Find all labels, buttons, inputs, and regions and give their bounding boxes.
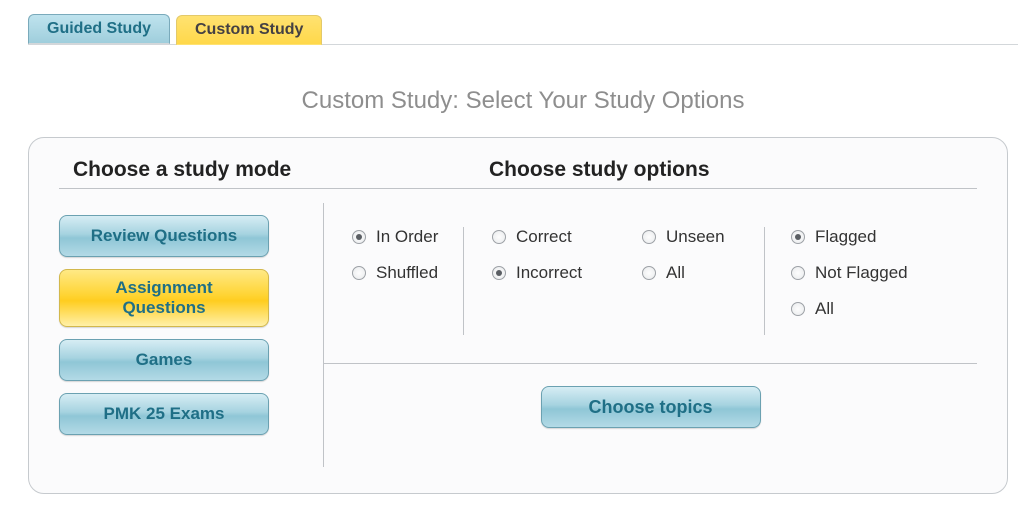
radio-dot-icon — [492, 266, 506, 280]
options-row: In Order Shuffled Correct Incorrect — [324, 203, 977, 363]
radio-flag-all-label: All — [815, 299, 834, 319]
panel-headers: Choose a study mode Choose study options — [59, 158, 977, 189]
radio-unseen-label: Unseen — [666, 227, 725, 247]
radio-not-flagged-label: Not Flagged — [815, 263, 908, 283]
mode-assignment-questions-button[interactable]: Assignment Questions — [59, 269, 269, 327]
seen-group: Unseen All — [614, 227, 764, 335]
radio-dot-icon — [791, 302, 805, 316]
cta-row: Choose topics — [324, 363, 977, 428]
radio-dot-icon — [791, 266, 805, 280]
radio-dot-icon — [791, 230, 805, 244]
radio-dot-icon — [642, 230, 656, 244]
radio-dot-icon — [492, 230, 506, 244]
study-options-column: In Order Shuffled Correct Incorrect — [324, 203, 977, 467]
radio-unseen[interactable]: Unseen — [642, 227, 746, 247]
tab-custom-study[interactable]: Custom Study — [176, 15, 322, 45]
tab-guided-study[interactable]: Guided Study — [28, 14, 170, 44]
radio-not-flagged[interactable]: Not Flagged — [791, 263, 916, 283]
mode-review-questions-button[interactable]: Review Questions — [59, 215, 269, 257]
radio-in-order-label: In Order — [376, 227, 438, 247]
mode-pmk-exams-button[interactable]: PMK 25 Exams — [59, 393, 269, 435]
radio-shuffled[interactable]: Shuffled — [352, 263, 445, 283]
radio-flagged-label: Flagged — [815, 227, 876, 247]
study-mode-column: Review Questions Assignment Questions Ga… — [59, 203, 324, 467]
radio-dot-icon — [642, 266, 656, 280]
result-group: Correct Incorrect — [464, 227, 614, 335]
radio-seen-all[interactable]: All — [642, 263, 746, 283]
choose-topics-button[interactable]: Choose topics — [541, 386, 761, 428]
radio-flagged[interactable]: Flagged — [791, 227, 916, 247]
mode-assignment-label-line2: Questions — [60, 298, 268, 318]
mode-assignment-label-line1: Assignment — [60, 278, 268, 298]
radio-incorrect-label: Incorrect — [516, 263, 582, 283]
radio-flag-all[interactable]: All — [791, 299, 916, 319]
radio-seen-all-label: All — [666, 263, 685, 283]
radio-dot-icon — [352, 230, 366, 244]
order-group: In Order Shuffled — [324, 227, 464, 335]
tab-strip: Guided Study Custom Study — [28, 0, 1018, 45]
header-study-mode: Choose a study mode — [59, 158, 489, 182]
page-title: Custom Study: Select Your Study Options — [28, 87, 1018, 115]
header-study-options: Choose study options — [489, 158, 710, 182]
radio-in-order[interactable]: In Order — [352, 227, 445, 247]
radio-correct-label: Correct — [516, 227, 572, 247]
radio-incorrect[interactable]: Incorrect — [492, 263, 596, 283]
options-panel: Choose a study mode Choose study options… — [28, 137, 1008, 494]
flag-group: Flagged Not Flagged All — [764, 227, 934, 335]
radio-correct[interactable]: Correct — [492, 227, 596, 247]
radio-shuffled-label: Shuffled — [376, 263, 438, 283]
mode-games-button[interactable]: Games — [59, 339, 269, 381]
radio-dot-icon — [352, 266, 366, 280]
